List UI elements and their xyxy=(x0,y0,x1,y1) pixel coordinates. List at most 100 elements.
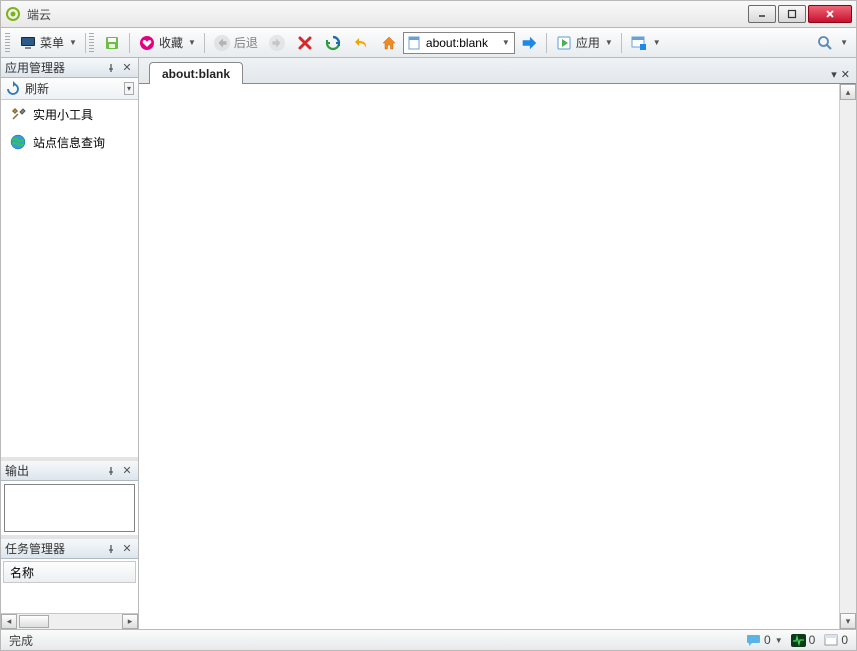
task-hscrollbar[interactable]: ◂ ▸ xyxy=(1,613,138,629)
tree-item-tools[interactable]: 实用小工具 xyxy=(1,100,138,128)
page-icon xyxy=(823,634,838,647)
task-column-header[interactable]: 名称 xyxy=(3,561,136,583)
left-sidebar: 应用管理器 ✕ 刷新 ▾ 实用小工具 站点信息查询 输出 ✕ xyxy=(1,58,139,629)
pin-icon[interactable] xyxy=(104,542,118,556)
toolbar-separator xyxy=(85,33,86,53)
main-toolbar: 菜单 ▼ 收藏 ▼ 后退 ▼ 应用 ▼ xyxy=(0,28,857,58)
toolbar-separator xyxy=(546,33,547,53)
scroll-left-button[interactable]: ◂ xyxy=(1,614,17,629)
search-button[interactable] xyxy=(812,32,838,54)
home-icon xyxy=(380,34,398,52)
scroll-up-button[interactable]: ▴ xyxy=(840,84,856,100)
activity-icon xyxy=(791,634,806,647)
undo-icon xyxy=(352,34,370,52)
output-header: 输出 ✕ xyxy=(1,461,138,481)
pin-icon[interactable] xyxy=(104,464,118,478)
task-body: 名称 ◂ ▸ xyxy=(1,559,138,629)
maximize-button[interactable] xyxy=(778,5,806,23)
dropdown-arrow-icon[interactable]: ▼ xyxy=(840,38,848,47)
tab-about-blank[interactable]: about:blank xyxy=(149,62,243,84)
save-button[interactable] xyxy=(98,31,126,55)
apps-icon xyxy=(555,34,573,52)
task-header: 任务管理器 ✕ xyxy=(1,539,138,559)
app-manager-tree: 实用小工具 站点信息查询 xyxy=(1,100,138,457)
back-button[interactable]: 后退 xyxy=(208,31,263,55)
dropdown-arrow-icon: ▼ xyxy=(775,636,783,645)
tree-item-label: 实用小工具 xyxy=(33,106,93,123)
globe-icon xyxy=(9,133,27,151)
favorites-button[interactable]: 收藏 ▼ xyxy=(133,31,201,55)
status-activity-count: 0 xyxy=(809,633,816,647)
tab-menu-icon[interactable]: ▾ xyxy=(831,68,837,81)
task-panel: 任务管理器 ✕ 名称 ◂ ▸ xyxy=(1,535,138,629)
forward-button[interactable] xyxy=(263,31,291,55)
app-manager-header: 应用管理器 ✕ xyxy=(1,58,138,78)
toolbar-grip[interactable] xyxy=(5,33,10,53)
scroll-thumb[interactable] xyxy=(19,615,49,628)
toolbar-separator xyxy=(621,33,622,53)
status-text: 完成 xyxy=(9,632,738,649)
browser-viewport[interactable]: ▴ ▾ xyxy=(139,84,856,629)
status-page-count: 0 xyxy=(841,633,848,647)
scroll-right-button[interactable]: ▸ xyxy=(122,614,138,629)
dropdown-arrow-icon[interactable]: ▼ xyxy=(502,38,510,47)
dropdown-arrow-icon: ▼ xyxy=(653,38,661,47)
tools-icon xyxy=(9,105,27,123)
chat-icon xyxy=(746,634,761,647)
title-bar: 端云 xyxy=(0,0,857,28)
back-label: 后退 xyxy=(234,34,258,51)
heart-icon xyxy=(138,34,156,52)
stop-button[interactable] xyxy=(291,31,319,55)
pin-icon[interactable] xyxy=(104,61,118,75)
close-icon[interactable]: ✕ xyxy=(120,464,134,478)
home-button[interactable] xyxy=(375,31,403,55)
status-chat[interactable]: 0 ▼ xyxy=(746,633,783,647)
task-title: 任务管理器 xyxy=(5,540,104,557)
output-title: 输出 xyxy=(5,462,104,479)
status-pages[interactable]: 0 xyxy=(823,633,848,647)
favorites-label: 收藏 xyxy=(159,34,183,51)
app-manager-toolbar: 刷新 ▾ xyxy=(1,78,138,100)
output-body[interactable] xyxy=(4,484,135,532)
close-icon[interactable]: ✕ xyxy=(120,61,134,75)
stop-icon xyxy=(296,34,314,52)
reload-button[interactable] xyxy=(319,31,347,55)
close-button[interactable] xyxy=(808,5,852,23)
tab-strip: about:blank ▾ ✕ xyxy=(139,58,856,84)
url-box[interactable]: ▼ xyxy=(403,32,515,54)
search-icon xyxy=(816,34,834,52)
status-chat-count: 0 xyxy=(764,633,771,647)
dropdown-arrow-icon: ▼ xyxy=(69,38,77,47)
window-title: 端云 xyxy=(27,6,746,23)
content-area: about:blank ▾ ✕ ▴ ▾ xyxy=(139,58,856,629)
menu-label: 菜单 xyxy=(40,34,64,51)
reload-icon xyxy=(324,34,342,52)
output-panel: 输出 ✕ xyxy=(1,457,138,535)
go-button[interactable] xyxy=(515,31,543,55)
url-input[interactable] xyxy=(426,36,496,50)
refresh-label[interactable]: 刷新 xyxy=(25,80,49,97)
monitor-icon xyxy=(19,34,37,52)
vertical-scrollbar[interactable]: ▴ ▾ xyxy=(839,84,856,629)
close-icon[interactable]: ✕ xyxy=(120,542,134,556)
tree-item-siteinfo[interactable]: 站点信息查询 xyxy=(1,128,138,156)
menu-button[interactable]: 菜单 ▼ xyxy=(14,31,82,55)
page-icon xyxy=(408,36,422,50)
scroll-down-button[interactable]: ▾ xyxy=(840,613,856,629)
status-activity[interactable]: 0 xyxy=(791,633,816,647)
tab-label: about:blank xyxy=(162,67,230,81)
toolbar-grip[interactable] xyxy=(89,33,94,53)
panel-menu-icon[interactable]: ▾ xyxy=(124,82,134,95)
apps-button[interactable]: 应用 ▼ xyxy=(550,31,618,55)
refresh-icon[interactable] xyxy=(5,81,21,97)
app-manager-title: 应用管理器 xyxy=(5,59,104,76)
undo-button[interactable] xyxy=(347,31,375,55)
minimize-button[interactable] xyxy=(748,5,776,23)
tab-close-icon[interactable]: ✕ xyxy=(841,68,850,81)
app-icon xyxy=(5,6,21,22)
apps-label: 应用 xyxy=(576,34,600,51)
dropdown-arrow-icon: ▼ xyxy=(188,38,196,47)
view-button[interactable]: ▼ xyxy=(625,31,666,55)
forward-arrow-icon xyxy=(268,34,286,52)
back-arrow-icon xyxy=(213,34,231,52)
